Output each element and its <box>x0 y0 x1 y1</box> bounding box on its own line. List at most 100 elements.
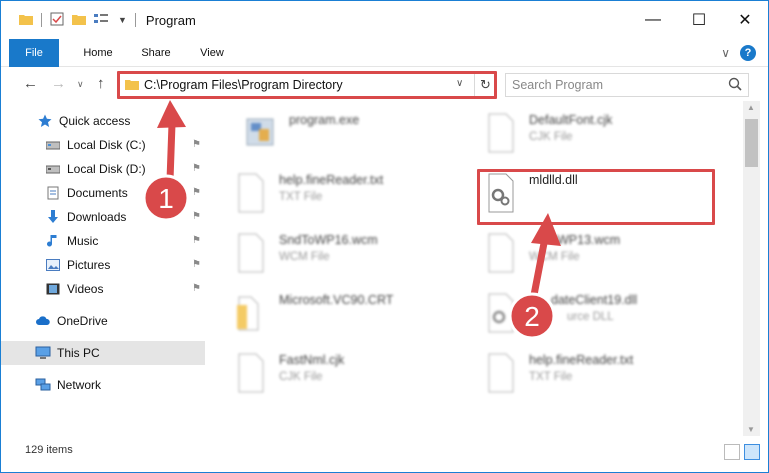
file-highlight-box <box>477 169 715 225</box>
sidebar-item-label: This PC <box>57 346 100 360</box>
tab-home[interactable]: Home <box>73 39 123 67</box>
file-item[interactable]: program.exe <box>217 107 457 163</box>
tab-file[interactable]: File <box>9 39 59 67</box>
minimize-button[interactable]: — <box>630 1 676 39</box>
file-name: program.exe <box>289 113 360 127</box>
sidebar-item-label: Network <box>57 378 102 392</box>
ribbon-tabs: File Home Share View ∨ ? <box>1 39 768 67</box>
window-title: Program <box>145 12 196 28</box>
sidebar-item-network[interactable]: Network <box>1 373 205 397</box>
search-box[interactable] <box>505 73 749 97</box>
recent-locations-button[interactable]: ∨ <box>77 79 84 90</box>
sidebar-item-label: Local Disk (C:) <box>67 138 146 152</box>
scroll-down-arrow-icon[interactable]: ▼ <box>747 425 755 434</box>
sidebar-item-music[interactable]: Music ⚑ <box>1 229 205 253</box>
file-item[interactable]: SndToWP16.wcm WCM File <box>207 227 447 283</box>
drive-icon <box>45 161 61 177</box>
customize-toolbar-icon[interactable]: ▼ <box>118 15 127 25</box>
item-count: 129 items <box>25 444 73 456</box>
search-input[interactable] <box>506 74 726 96</box>
sidebar-item-this-pc[interactable]: This PC <box>1 341 205 365</box>
title-bar: ▼ Program — ☐ ✕ <box>1 1 768 39</box>
pin-icon[interactable]: ⚑ <box>192 211 201 222</box>
tab-share[interactable]: Share <box>131 39 181 67</box>
quick-access-toolbar: ▼ <box>1 12 136 29</box>
file-item[interactable]: dateClient19.dll urce DLL <box>457 287 697 343</box>
exe-file-icon <box>245 113 277 153</box>
file-item[interactable]: DefaultFont.cjk CJK File <box>457 107 697 163</box>
view-options-icon[interactable] <box>94 13 110 28</box>
file-item[interactable]: help.fineReader.txt TXT File <box>207 167 447 223</box>
pin-icon[interactable]: ⚑ <box>192 139 201 150</box>
sidebar-item-label: Documents <box>67 186 128 200</box>
sidebar-item-label: Local Disk (D:) <box>67 162 146 176</box>
maximize-button[interactable]: ☐ <box>676 1 722 39</box>
document-file-icon <box>485 113 517 153</box>
window-controls: — ☐ ✕ <box>630 1 768 39</box>
drive-icon <box>45 137 61 153</box>
search-icon[interactable] <box>728 77 742 94</box>
sidebar-item-pictures[interactable]: Pictures ⚑ <box>1 253 205 277</box>
pin-icon[interactable]: ⚑ <box>192 187 201 198</box>
file-name: DefaultFont.cjk <box>529 113 613 127</box>
file-explorer-window: ▼ Program — ☐ ✕ File Home Share View ∨ ?… <box>0 0 769 473</box>
file-item[interactable]: FastNml.cjk CJK File <box>207 347 447 403</box>
sidebar-item-videos[interactable]: Videos ⚑ <box>1 277 205 301</box>
new-folder-icon[interactable] <box>72 13 86 28</box>
file-type: urce DLL <box>567 311 614 323</box>
sidebar-item-local-disk-d[interactable]: Local Disk (D:) ⚑ <box>1 157 205 181</box>
file-item[interactable]: Microsoft.VC90.CRT <box>207 287 447 343</box>
document-file-icon <box>235 353 267 393</box>
dll-file-icon <box>485 293 517 333</box>
toolbar-divider <box>41 13 42 27</box>
document-file-icon <box>485 233 517 273</box>
up-button[interactable]: ↑ <box>97 75 105 92</box>
expand-ribbon-icon[interactable]: ∨ <box>721 46 730 60</box>
sidebar-item-local-disk-c[interactable]: Local Disk (C:) ⚑ <box>1 133 205 157</box>
sidebar-item-label: Videos <box>67 282 104 296</box>
navigation-bar: ← → ∨ ↑ C:\Program Files\Program Directo… <box>1 67 768 101</box>
pin-icon[interactable]: ⚑ <box>192 163 201 174</box>
navigation-pane: Quick access Local Disk (C:) ⚑ Local Dis… <box>1 101 207 436</box>
sidebar-item-onedrive[interactable]: OneDrive <box>1 309 205 333</box>
file-name: FastNml.cjk <box>279 353 345 367</box>
pin-icon[interactable]: ⚑ <box>192 259 201 270</box>
file-type: WCM File <box>279 251 330 263</box>
properties-icon[interactable] <box>50 12 64 29</box>
file-name: help.fineReader.txt <box>529 353 634 367</box>
file-list: program.exe DefaultFont.cjk CJK File hel… <box>207 101 743 436</box>
document-file-icon <box>235 173 267 213</box>
scrollbar-thumb[interactable] <box>745 119 758 167</box>
help-icon[interactable]: ? <box>740 45 756 61</box>
music-icon <box>45 233 61 249</box>
sidebar-item-documents[interactable]: Documents ⚑ <box>1 181 205 205</box>
file-name: SndToWP16.wcm <box>279 233 378 247</box>
details-view-icon[interactable] <box>724 444 740 460</box>
sidebar-item-label: Downloads <box>67 210 127 224</box>
folder-icon[interactable] <box>19 13 33 28</box>
toolbar-divider <box>134 13 136 27</box>
sidebar-item-quick-access[interactable]: Quick access <box>1 109 205 133</box>
view-switcher <box>724 444 760 460</box>
sidebar-item-downloads[interactable]: Downloads ⚑ <box>1 205 205 229</box>
forward-button[interactable]: → <box>51 75 66 92</box>
scroll-up-arrow-icon[interactable]: ▲ <box>747 103 755 112</box>
document-file-icon <box>485 353 517 393</box>
download-icon <box>45 209 61 225</box>
sidebar-item-label: Pictures <box>67 258 111 272</box>
file-type: CJK File <box>279 371 323 383</box>
close-button[interactable]: ✕ <box>722 1 768 39</box>
document-file-icon <box>235 233 267 273</box>
back-button[interactable]: ← <box>23 75 38 92</box>
tiles-view-icon[interactable] <box>744 444 760 460</box>
pin-icon[interactable]: ⚑ <box>192 235 201 246</box>
vertical-scrollbar[interactable]: ▲ ▼ <box>743 101 760 436</box>
star-icon <box>37 113 53 129</box>
file-name: Microsoft.VC90.CRT <box>279 293 394 307</box>
file-item[interactable]: help.fineReader.txt TXT File <box>457 347 697 403</box>
file-item[interactable]: WP13.wcm WCM File <box>457 227 697 283</box>
sidebar-item-label: OneDrive <box>57 314 108 328</box>
pin-icon[interactable]: ⚑ <box>192 283 201 294</box>
tab-view[interactable]: View <box>187 39 237 67</box>
file-name: WP13.wcm <box>557 233 621 247</box>
